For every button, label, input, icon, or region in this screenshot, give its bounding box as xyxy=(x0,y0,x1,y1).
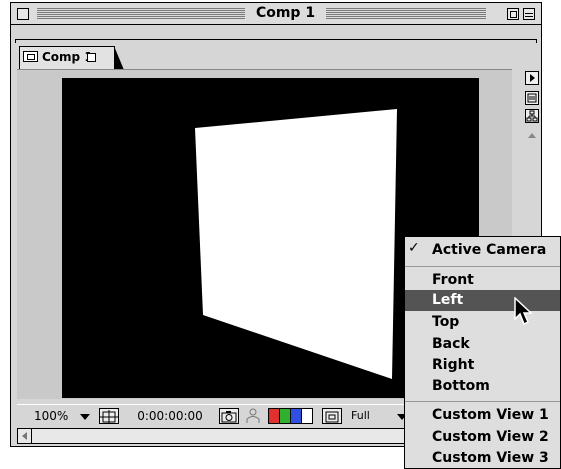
title-stripes-left xyxy=(37,8,245,19)
collapse-box-icon[interactable] xyxy=(523,8,535,20)
tab-label: Comp 1 xyxy=(42,50,93,64)
menu-item-custom-view-3[interactable]: Custom View 3 xyxy=(405,448,560,469)
person-icon[interactable] xyxy=(243,408,263,424)
resolution-popup[interactable]: Full xyxy=(347,408,409,425)
tab-row-border xyxy=(15,39,537,43)
title-stripes-right xyxy=(326,8,486,19)
tree-icon xyxy=(526,110,538,122)
window-title: Comp 1 xyxy=(245,5,326,21)
3d-view-menu: ✓ Active Camera Front Left Top Back Righ… xyxy=(404,236,561,469)
camera-snapshot-icon[interactable] xyxy=(219,408,239,424)
checkmark-icon: ✓ xyxy=(408,240,420,256)
menu-item-label: Left xyxy=(432,292,464,308)
menu-item-active-camera[interactable]: ✓ Active Camera xyxy=(405,240,560,261)
list-icon xyxy=(527,93,537,103)
menu-item-back[interactable]: Back xyxy=(405,334,560,355)
menu-item-custom-view-2[interactable]: Custom View 2 xyxy=(405,427,560,448)
region-of-interest-icon[interactable] xyxy=(322,408,342,424)
tab-comp-1[interactable]: Comp 1 xyxy=(19,46,124,70)
chevron-down-icon xyxy=(80,414,90,420)
menu-item-custom-view-1[interactable]: Custom View 1 xyxy=(405,405,560,426)
menu-item-top[interactable]: Top xyxy=(405,312,560,333)
region-icon xyxy=(325,411,339,423)
menu-item-right[interactable]: Right xyxy=(405,355,560,376)
panel-menu-arrow-icon[interactable] xyxy=(525,71,539,85)
menu-item-label: Top xyxy=(432,314,460,330)
vertical-scroll-up-icon[interactable] xyxy=(525,129,539,143)
current-time-display[interactable]: 0:00:00:00 xyxy=(125,408,215,424)
alpha-channel-button[interactable] xyxy=(301,408,313,424)
menu-item-front[interactable]: Front xyxy=(405,270,560,291)
right-arrow-icon xyxy=(530,74,535,82)
fit-region-icon[interactable] xyxy=(99,408,119,424)
menu-item-label: Custom View 2 xyxy=(432,429,549,445)
zoom-value: 100% xyxy=(34,409,69,423)
menu-item-label: Bottom xyxy=(432,378,490,394)
hierarchy-icon[interactable] xyxy=(525,109,539,123)
menu-item-left[interactable]: Left xyxy=(405,290,560,311)
frame-icon xyxy=(100,410,118,424)
menu-item-label: Active Camera xyxy=(432,242,547,258)
up-arrow-icon xyxy=(528,133,536,138)
camera-icon xyxy=(221,411,237,423)
title-bar[interactable]: Comp 1 xyxy=(11,3,541,25)
show-snapshot-icon xyxy=(246,408,260,423)
tab-row: Comp 1 xyxy=(11,26,541,70)
menu-item-label: Front xyxy=(432,272,474,288)
menu-separator xyxy=(405,266,560,267)
tab-close-icon[interactable] xyxy=(87,53,96,62)
menu-item-label: Right xyxy=(432,357,475,373)
menu-item-label: Back xyxy=(432,336,470,352)
close-box-icon[interactable] xyxy=(17,8,29,20)
menu-item-label: Custom View 1 xyxy=(432,407,549,423)
menu-separator xyxy=(405,401,560,402)
menu-item-label: Custom View 3 xyxy=(432,450,549,466)
scroll-left-icon[interactable] xyxy=(18,429,32,443)
composition-icon xyxy=(23,51,38,62)
comp-flowchart-icon[interactable] xyxy=(525,91,539,105)
arrow-cursor-icon xyxy=(514,297,533,326)
magnification-popup[interactable]: 100% xyxy=(20,408,98,425)
zoom-box-icon[interactable] xyxy=(507,8,519,20)
solid-layer-shape[interactable] xyxy=(195,109,397,379)
resolution-value: Full xyxy=(351,409,370,422)
menu-item-bottom[interactable]: Bottom xyxy=(405,376,560,397)
channel-buttons xyxy=(268,408,313,424)
